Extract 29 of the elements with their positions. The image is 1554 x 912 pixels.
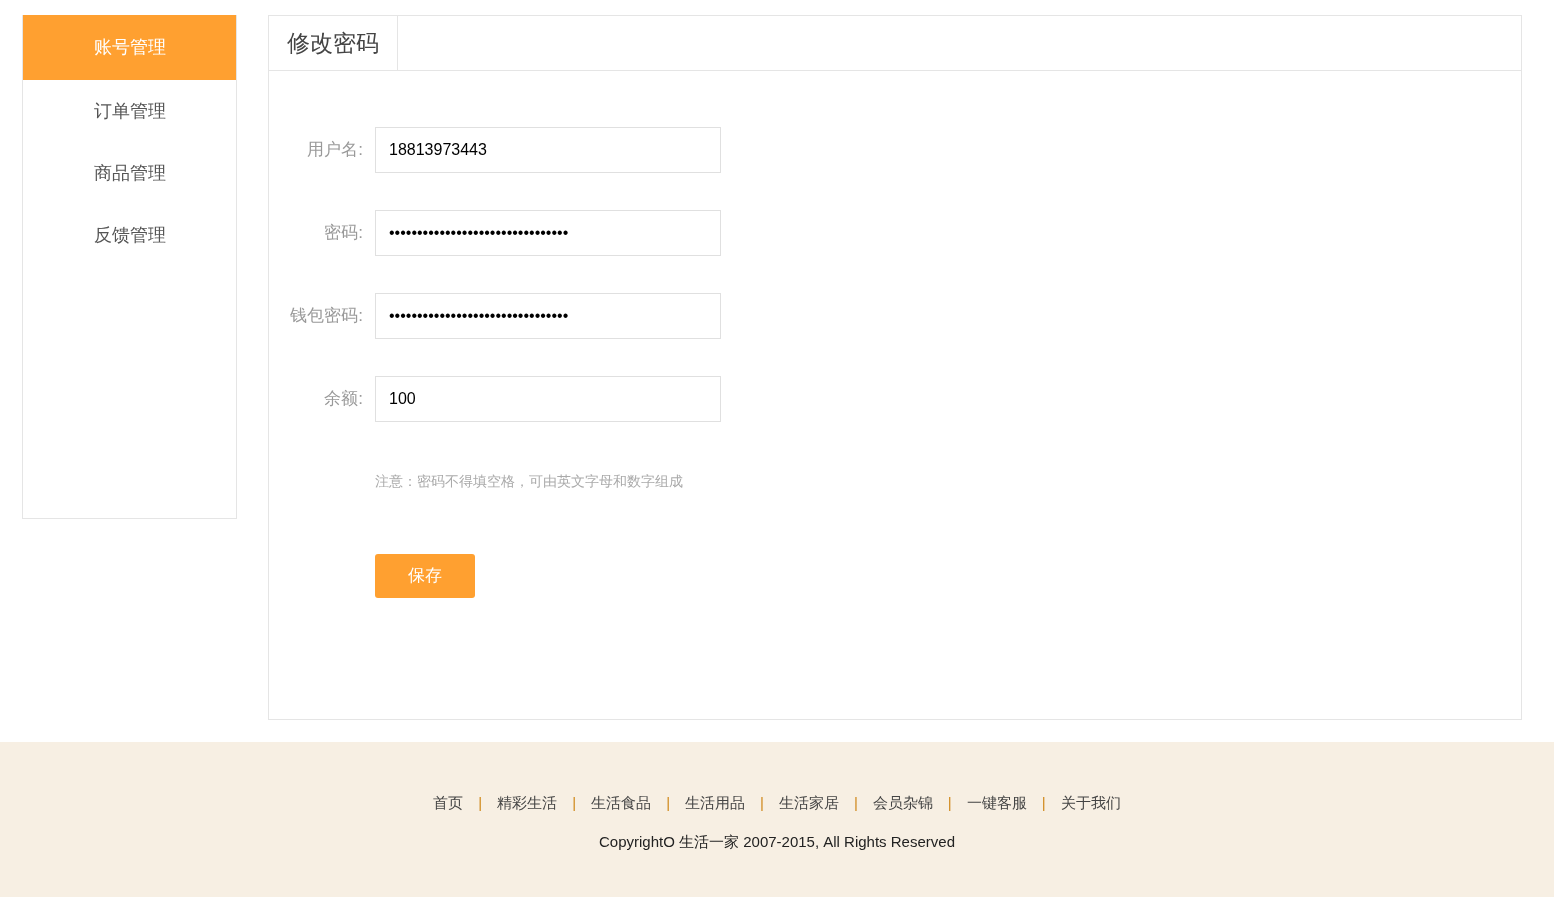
panel-title: 修改密码 xyxy=(269,16,398,70)
input-field[interactable]: 100 xyxy=(375,376,721,422)
sidebar-item[interactable]: 订单管理 xyxy=(23,80,236,142)
link-separator: | xyxy=(1041,793,1046,813)
sidebar-item[interactable]: 反馈管理 xyxy=(23,204,236,266)
password-note: 注意：密码不得填空格，可由英文字母和数字组成 xyxy=(375,472,684,491)
link-separator: | xyxy=(478,793,483,813)
footer-link[interactable]: 会员杂锦 xyxy=(872,792,933,815)
link-separator: | xyxy=(572,793,577,813)
footer-link[interactable]: 一键客服 xyxy=(966,792,1027,815)
link-separator: | xyxy=(853,793,858,813)
field-label: 用户名: xyxy=(306,139,363,162)
footer-link[interactable]: 生活用品 xyxy=(685,792,746,815)
field-label: 钱包密码: xyxy=(289,305,363,328)
sidebar-item[interactable]: 商品管理 xyxy=(23,142,236,204)
footer-link[interactable]: 生活家居 xyxy=(778,792,839,815)
copyright-text: CopyrightO 生活一家 2007-2015, All Rights Reserved xyxy=(599,831,955,852)
input-field[interactable]: •••••••••••••••••••••••••••••••• xyxy=(375,210,721,256)
link-separator: | xyxy=(666,793,671,813)
link-separator: | xyxy=(947,793,952,813)
footer-link[interactable]: 关于我们 xyxy=(1060,792,1121,815)
field-label: 密码: xyxy=(323,222,363,245)
footer-link[interactable]: 生活食品 xyxy=(591,792,652,815)
footer-link[interactable]: 首页 xyxy=(433,792,464,815)
input-field[interactable]: 18813973443 xyxy=(375,127,721,173)
input-field[interactable]: •••••••••••••••••••••••••••••••• xyxy=(375,293,721,339)
footer-link[interactable]: 精彩生活 xyxy=(497,792,558,815)
field-label: 余额: xyxy=(323,388,363,411)
link-separator: | xyxy=(760,793,764,813)
